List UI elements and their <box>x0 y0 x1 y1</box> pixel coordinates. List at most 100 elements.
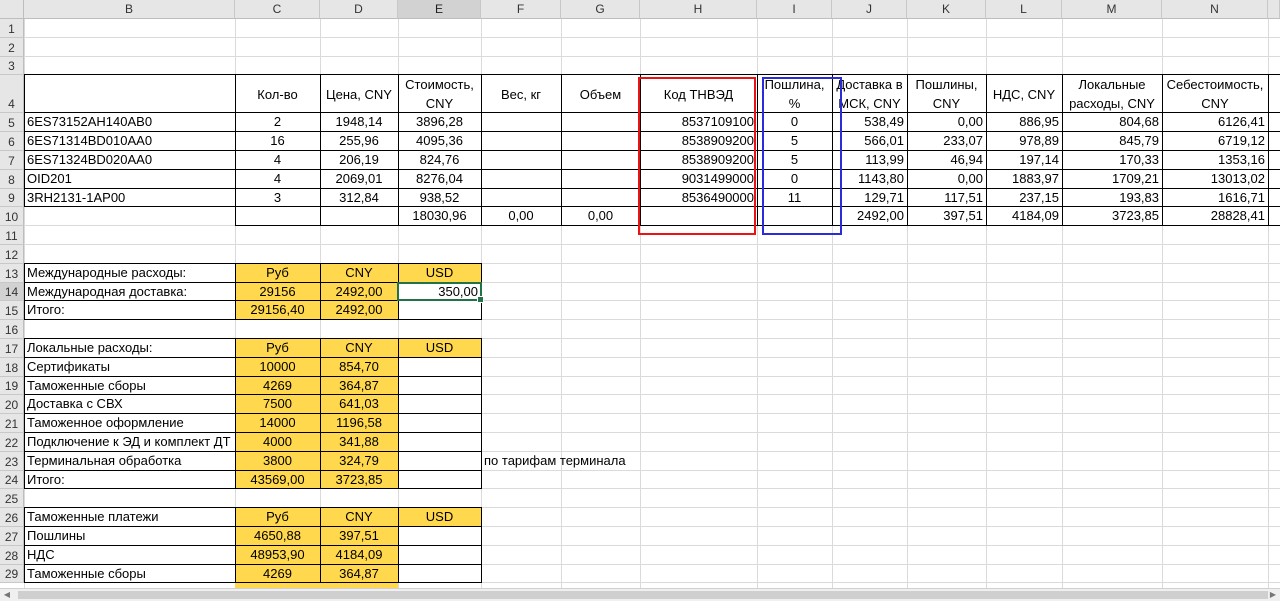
currency-header-rub[interactable]: Руб <box>235 339 320 358</box>
column-header-M[interactable]: M <box>1062 0 1162 19</box>
row-header-3[interactable]: 3 <box>0 56 24 76</box>
table-header-cell[interactable]: Себестоимость, CNY <box>1162 75 1268 113</box>
rub-cell[interactable]: 48953,90 <box>235 546 320 565</box>
total-cell[interactable]: 0,00 <box>481 207 561 226</box>
cny-cell[interactable]: 324,79 <box>320 452 398 471</box>
table-cell[interactable]: 0,00 <box>907 113 986 132</box>
cny-cell[interactable]: 397,51 <box>320 527 398 546</box>
table-header-cell[interactable]: Кол-во <box>235 75 320 113</box>
section-row-label[interactable]: Подключение к ЭД и комплект ДТ <box>24 433 235 452</box>
column-header-B[interactable]: B <box>24 0 235 19</box>
column-header-G[interactable]: G <box>561 0 640 19</box>
table-cell[interactable]: 978,89 <box>986 132 1062 151</box>
total-cell[interactable]: 4184,09 <box>986 207 1062 226</box>
row-header-11[interactable]: 11 <box>0 226 24 245</box>
item-name-cell[interactable]: 6ES71314BD010AA0 <box>24 132 235 151</box>
row-header-6[interactable]: 6 <box>0 132 24 151</box>
cny-cell[interactable]: 1196,58 <box>320 414 398 433</box>
total-cell[interactable]: 3723,85 <box>1062 207 1162 226</box>
section-row-label[interactable]: Терминальная обработка <box>24 452 235 471</box>
spreadsheet-grid[interactable]: B C D E F G H I J K L M N 1 2 3 4 5 6 7 8 9 10 11 12 13 14 15 16 17 18… <box>0 0 1280 588</box>
usd-cell[interactable] <box>398 395 481 414</box>
section-row-label[interactable]: Таможенные сборы <box>24 565 235 584</box>
table-cell[interactable]: 0,00 <box>907 170 986 189</box>
table-header-cell[interactable]: Стоимость, CNY <box>398 75 481 113</box>
table-cell[interactable] <box>481 132 561 151</box>
table-cell[interactable] <box>561 132 640 151</box>
row-header-5[interactable]: 5 <box>0 113 24 133</box>
row-header-15[interactable]: 15 <box>0 301 24 321</box>
row-header-29[interactable]: 29 <box>0 564 24 584</box>
table-cell[interactable] <box>481 189 561 208</box>
section-row-label[interactable]: Итого: <box>24 471 235 490</box>
rub-cell[interactable]: 10000 <box>235 358 320 377</box>
table-cell[interactable]: 1143,80 <box>832 170 907 189</box>
table-cell[interactable]: 3 <box>235 189 320 208</box>
cny-cell[interactable]: 2492,00 <box>320 283 398 302</box>
scrollbar-thumb[interactable] <box>18 591 1268 599</box>
table-cell[interactable]: 233,07 <box>907 132 986 151</box>
table-header-cell[interactable]: Пошлины, CNY <box>907 75 986 113</box>
table-cell[interactable] <box>481 170 561 189</box>
row-header-21[interactable]: 21 <box>0 414 24 433</box>
cny-cell[interactable]: 341,88 <box>320 433 398 452</box>
section-row-label[interactable]: Пошлины <box>24 527 235 546</box>
rub-cell[interactable]: 29156,40 <box>235 301 320 320</box>
total-cell[interactable]: 2492,00 <box>832 207 907 226</box>
currency-header-cny[interactable]: CNY <box>320 264 398 283</box>
rub-cell[interactable]: 4269 <box>235 377 320 396</box>
row-header-13[interactable]: 13 <box>0 263 24 283</box>
usd-cell[interactable] <box>398 471 481 490</box>
column-header-partial[interactable] <box>1268 0 1280 19</box>
table-header-cell[interactable]: Вес, кг <box>481 75 561 113</box>
cny-cell[interactable]: 364,87 <box>320 565 398 584</box>
item-name-cell[interactable]: 3RH2131-1AP00 <box>24 189 235 208</box>
table-cell[interactable]: 1948,14 <box>320 113 398 132</box>
column-header-N[interactable]: N <box>1162 0 1268 19</box>
row-header-14[interactable]: 14 <box>0 282 24 302</box>
total-cell[interactable]: 397,51 <box>907 207 986 226</box>
section-row-label[interactable]: Сертификаты <box>24 358 235 377</box>
table-cell[interactable] <box>561 151 640 170</box>
item-name-cell[interactable]: 6ES71324BD020AA0 <box>24 151 235 170</box>
rub-cell[interactable]: 7500 <box>235 395 320 414</box>
table-header-cell[interactable]: Объем <box>561 75 640 113</box>
table-cell[interactable]: 193,83 <box>1062 189 1162 208</box>
table-cell[interactable]: 566,01 <box>832 132 907 151</box>
row-header-26[interactable]: 26 <box>0 508 24 527</box>
row-header-17[interactable]: 17 <box>0 339 24 358</box>
currency-header-usd[interactable]: USD <box>398 339 481 358</box>
item-name-cell[interactable]: 6ES73152AH140AB0 <box>24 113 235 132</box>
usd-cell[interactable] <box>398 358 481 377</box>
table-header-cell[interactable]: НДС, CNY <box>986 75 1062 113</box>
table-cell[interactable]: 1709,21 <box>1062 170 1162 189</box>
table-cell[interactable]: 117,51 <box>907 189 986 208</box>
table-cell[interactable]: 886,95 <box>986 113 1062 132</box>
table-cell[interactable]: 170,33 <box>1062 151 1162 170</box>
total-cell[interactable]: 28828,41 <box>1162 207 1268 226</box>
usd-cell[interactable] <box>398 377 481 396</box>
table-header-cell[interactable]: Цена, CNY <box>320 75 398 113</box>
currency-header-rub[interactable]: Руб <box>235 264 320 283</box>
currency-header-cny[interactable]: CNY <box>320 508 398 527</box>
row-header-9[interactable]: 9 <box>0 188 24 208</box>
table-cell[interactable]: 1883,97 <box>986 170 1062 189</box>
usd-cell[interactable] <box>398 565 481 584</box>
cny-cell[interactable]: 854,70 <box>320 358 398 377</box>
table-cell[interactable]: 845,79 <box>1062 132 1162 151</box>
row-header-22[interactable]: 22 <box>0 433 24 452</box>
column-header-D[interactable]: D <box>320 0 398 19</box>
column-header-F[interactable]: F <box>481 0 561 19</box>
row-header-7[interactable]: 7 <box>0 151 24 170</box>
table-cell[interactable]: 129,71 <box>832 189 907 208</box>
table-cell[interactable]: 2069,01 <box>320 170 398 189</box>
usd-cell[interactable] <box>398 433 481 452</box>
table-cell[interactable]: 804,68 <box>1062 113 1162 132</box>
table-cell[interactable]: 4095,36 <box>398 132 481 151</box>
section-row-label[interactable]: Таможенные сборы <box>24 377 235 396</box>
column-header-C[interactable]: C <box>235 0 320 19</box>
scroll-left-icon[interactable]: ◀ <box>0 589 14 601</box>
row-header-12[interactable]: 12 <box>0 245 24 264</box>
column-header-L[interactable]: L <box>986 0 1062 19</box>
rub-cell[interactable]: 3800 <box>235 452 320 471</box>
